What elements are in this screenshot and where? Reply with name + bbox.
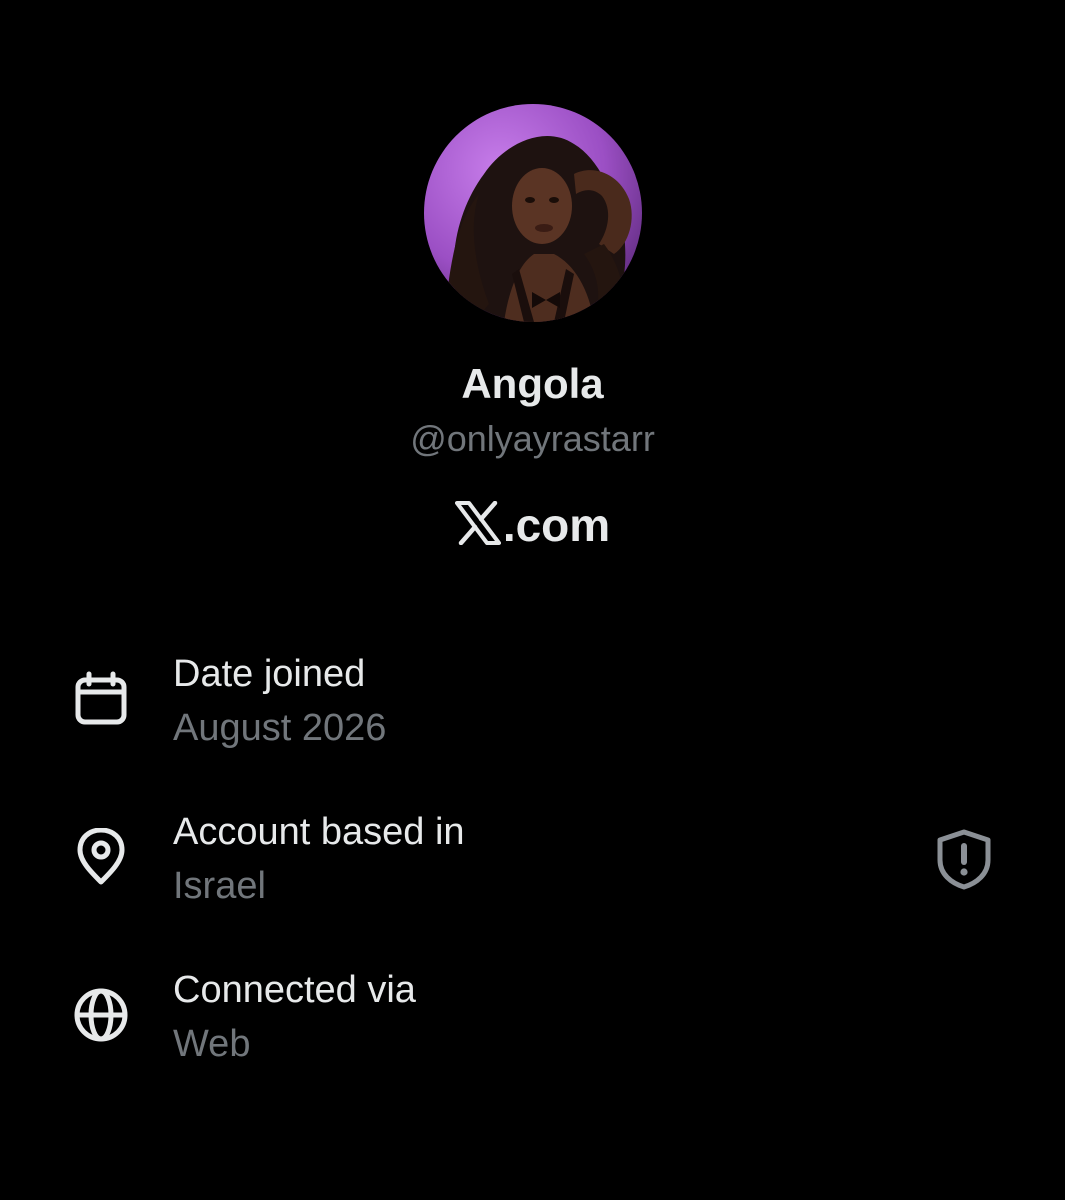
date-joined-row: Date joined August 2026 [0, 650, 1065, 760]
shield-alert-icon[interactable] [934, 828, 994, 890]
globe-icon [72, 986, 130, 1044]
date-joined-value: August 2026 [173, 707, 387, 749]
connected-via-label: Connected via [173, 969, 416, 1011]
x-logo-icon [454, 500, 501, 558]
account-based-in-label: Account based in [173, 811, 465, 853]
site-domain: .com [502, 499, 611, 551]
display-name: Angola [461, 360, 604, 407]
account-based-in-value: Israel [173, 865, 266, 907]
avatar-image [424, 104, 642, 322]
date-joined-label: Date joined [173, 653, 366, 695]
connected-via-row: Connected via Web [0, 966, 1065, 1076]
connected-via-value: Web [173, 1023, 251, 1065]
site-link[interactable]: .com [0, 496, 1065, 558]
handle: @onlyayrastarr [410, 418, 655, 459]
avatar[interactable] [424, 104, 642, 322]
location-pin-icon [72, 827, 130, 886]
calendar-icon [72, 670, 130, 728]
account-based-in-row: Account based in Israel [0, 808, 1065, 918]
